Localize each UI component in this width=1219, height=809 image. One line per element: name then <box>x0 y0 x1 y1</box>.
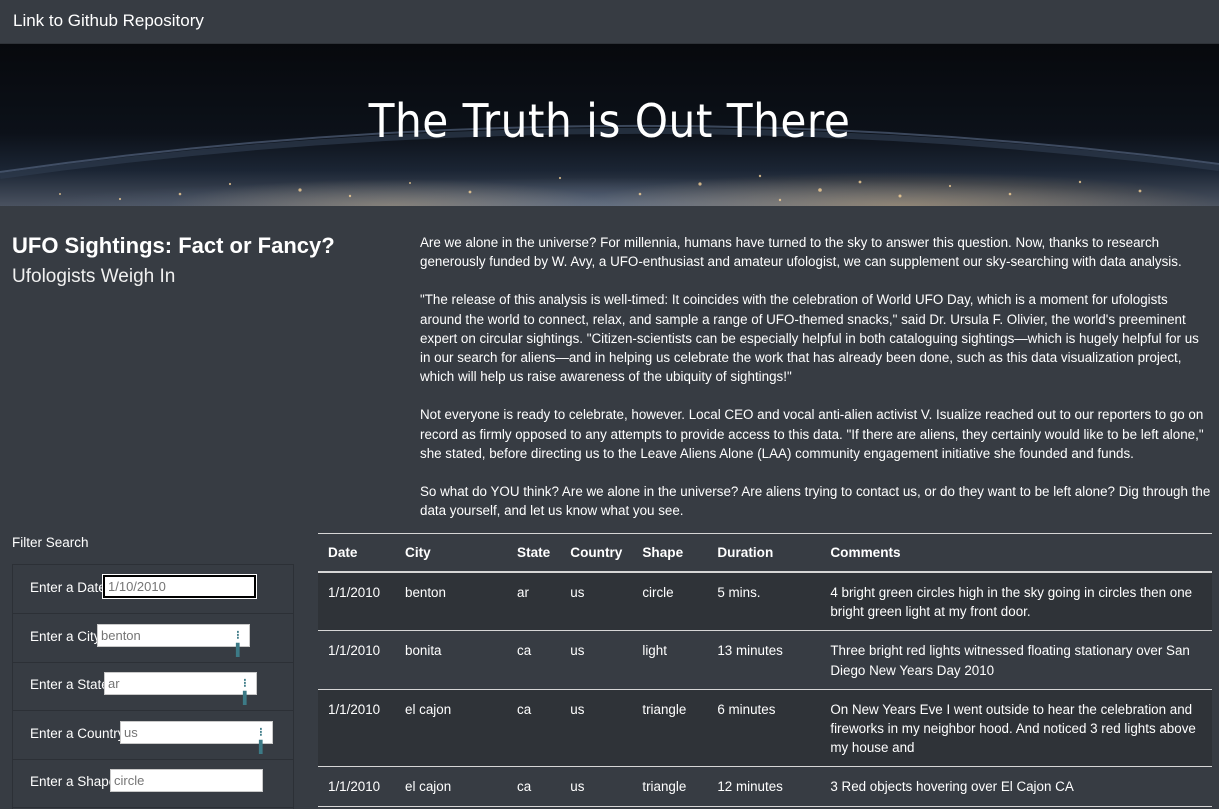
cell-comments: 4 bright green circles high in the sky g… <box>820 572 1212 632</box>
date-filter-input[interactable] <box>102 574 257 599</box>
filter-item-state: Enter a State ⁝▌ <box>13 662 293 711</box>
article-paragraph: "The release of this analysis is well-ti… <box>420 292 1199 385</box>
hero-title: The Truth is Out There <box>368 94 851 148</box>
column-header-shape: Shape <box>632 534 708 573</box>
cell-duration: 6 minutes <box>707 689 821 768</box>
cell-city: el cajon <box>395 766 507 807</box>
cell-city: benton <box>395 572 507 632</box>
table-row: 1/1/2010 benton ar us circle 5 mins. 4 b… <box>318 572 1212 632</box>
password-manager-icon[interactable]: ⁝▌ <box>236 628 247 657</box>
cell-date: 1/1/2010 <box>318 689 395 768</box>
column-header-comments: Comments <box>820 534 1212 573</box>
article-paragraph: Not everyone is ready to celebrate, howe… <box>420 407 1204 461</box>
column-header-date: Date <box>318 534 395 573</box>
country-filter-label: Enter a Country <box>30 726 125 741</box>
hero-banner: The Truth is Out There <box>0 44 1219 206</box>
cell-shape: light <box>632 630 708 690</box>
cell-country: us <box>560 689 633 768</box>
intro-title-strong: UFO Sightings: Fact or Fancy? <box>12 233 335 258</box>
cell-state: ca <box>507 689 561 768</box>
cell-duration: 13 minutes <box>707 630 821 690</box>
column-header-city: City <box>395 534 507 573</box>
password-manager-icon[interactable]: ⁝▌ <box>243 676 254 705</box>
cell-country: us <box>560 630 633 690</box>
filter-item-shape: Enter a Shape <box>13 759 293 808</box>
intro-title-muted: Ufologists Weigh In <box>12 266 176 287</box>
shape-filter-input[interactable] <box>110 769 263 792</box>
column-header-duration: Duration <box>707 534 821 573</box>
cell-country: us <box>560 572 633 632</box>
cell-state: ca <box>507 766 561 807</box>
cell-duration: 12 minutes <box>707 766 821 807</box>
cell-shape: triangle <box>632 689 708 768</box>
intro-title: UFO Sightings: Fact or Fancy? Ufologists… <box>12 232 404 292</box>
cell-shape: triangle <box>632 766 708 807</box>
cell-comments: On New Years Eve I went outside to hear … <box>820 689 1212 768</box>
filter-list: Enter a Date Enter a City ⁝▌ Enter a Sta… <box>12 564 294 809</box>
cell-city: el cajon <box>395 689 507 768</box>
cell-date: 1/1/2010 <box>318 766 395 807</box>
article-body: Are we alone in the universe? For millen… <box>420 233 1212 539</box>
filter-search-heading: Filter Search <box>12 535 89 550</box>
table-row: 1/1/2010 bonita ca us light 13 minutes T… <box>318 630 1212 690</box>
filter-item-date: Enter a Date <box>13 565 293 614</box>
table-row: 1/1/2010 el cajon ca us triangle 6 minut… <box>318 689 1212 768</box>
cell-comments: Three bright red lights witnessed floati… <box>820 630 1212 690</box>
cell-country: us <box>560 766 633 807</box>
github-repository-link[interactable]: Link to Github Repository <box>13 11 204 31</box>
table-header-row: Date City State Country Shape Duration C… <box>318 534 1212 573</box>
city-filter-label: Enter a City <box>30 629 101 644</box>
date-filter-label: Enter a Date <box>30 580 106 595</box>
city-filter-input[interactable] <box>97 624 250 647</box>
cell-state: ar <box>507 572 561 632</box>
state-filter-label: Enter a State <box>30 677 109 692</box>
table-row: 1/1/2010 el cajon ca us triangle 12 minu… <box>318 766 1212 807</box>
cell-city: bonita <box>395 630 507 690</box>
ufo-sightings-table: Date City State Country Shape Duration C… <box>318 534 1212 807</box>
password-manager-icon[interactable]: ⁝▌ <box>259 725 270 754</box>
cell-state: ca <box>507 630 561 690</box>
column-header-state: State <box>507 534 561 573</box>
navbar: Link to Github Repository <box>0 0 1219 44</box>
column-header-country: Country <box>560 534 633 573</box>
cell-duration: 5 mins. <box>707 572 821 632</box>
cell-shape: circle <box>632 572 708 632</box>
cell-date: 1/1/2010 <box>318 572 395 632</box>
shape-filter-label: Enter a Shape <box>30 774 117 789</box>
filter-item-city: Enter a City ⁝▌ <box>13 614 293 663</box>
country-filter-input[interactable] <box>120 721 273 744</box>
article-paragraph: Are we alone in the universe? For millen… <box>420 235 1182 270</box>
article-paragraph: So what do YOU think? Are we alone in th… <box>420 484 1211 519</box>
cell-date: 1/1/2010 <box>318 630 395 690</box>
filter-item-country: Enter a Country ⁝▌ <box>13 711 293 760</box>
state-filter-input[interactable] <box>104 672 257 695</box>
cell-comments: 3 Red objects hovering over El Cajon CA <box>820 766 1212 807</box>
